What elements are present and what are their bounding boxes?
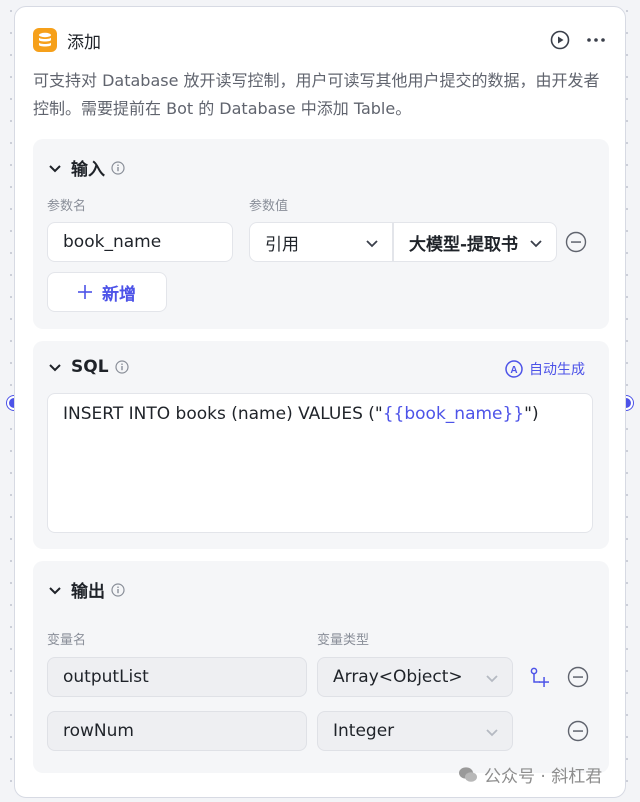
watermark: 公众号 · 斜杠君: [458, 762, 602, 787]
database-icon: [33, 28, 57, 52]
more-icon: [587, 38, 605, 42]
input-section-toggle[interactable]: 输入: [47, 155, 125, 180]
remove-output-icon[interactable]: [567, 720, 589, 742]
info-icon[interactable]: [114, 360, 129, 374]
chevron-down-icon: [49, 586, 61, 594]
output-var-type-value: Array<Object>: [333, 667, 463, 687]
wechat-icon: [459, 766, 477, 782]
play-icon: [550, 30, 570, 50]
add-param-label: 新增: [102, 284, 136, 305]
plus-icon: [78, 285, 92, 299]
remove-param-icon[interactable]: [565, 231, 587, 253]
chevron-down-icon: [530, 240, 542, 248]
input-section-title: 输入: [71, 160, 105, 180]
output-var-type-value: Integer: [333, 721, 395, 741]
sql-section-title: SQL: [71, 357, 109, 377]
ref-type-select[interactable]: 引用: [249, 222, 393, 262]
sql-prefix: INSERT INTO books (name) VALUES (": [63, 404, 383, 424]
output-var-name-field: rowNum: [47, 711, 307, 751]
add-child-field-icon[interactable]: [529, 667, 549, 687]
input-section: 输入 参数名 参数值 book_name 引用 大模型-提取书 新增: [33, 139, 609, 329]
chevron-down-icon: [49, 364, 61, 372]
output-section-title: 输出: [71, 582, 105, 602]
output-var-type-select: Array<Object>: [317, 657, 513, 697]
run-node-button[interactable]: [549, 29, 571, 51]
output-var-name-field: outputList: [47, 657, 307, 697]
param-name-label: 参数名: [47, 199, 87, 214]
auto-generate-label: 自动生成: [529, 362, 585, 378]
sql-variable: {{book_name}}: [382, 404, 525, 424]
param-name-input[interactable]: book_name: [47, 222, 233, 262]
ai-generate-icon: A: [505, 360, 523, 378]
chevron-down-icon: [486, 675, 498, 683]
chevron-down-icon: [49, 164, 61, 172]
more-options-button[interactable]: [585, 29, 607, 51]
param-value-label: 参数值: [249, 199, 289, 214]
info-icon[interactable]: [111, 160, 125, 175]
node-header: 添加: [33, 27, 607, 53]
ref-source-value: 大模型-提取书: [409, 234, 519, 255]
auto-generate-button[interactable]: A 自动生成: [505, 359, 585, 379]
info-icon[interactable]: [111, 582, 125, 597]
sql-section-toggle[interactable]: SQL: [47, 357, 129, 377]
output-section-toggle[interactable]: 输出: [47, 577, 125, 602]
node-title: 添加: [67, 32, 101, 53]
var-type-label: 变量类型: [317, 633, 370, 648]
svg-text:A: A: [510, 365, 517, 376]
add-param-button[interactable]: 新增: [47, 272, 167, 312]
output-var-type-select: Integer: [317, 711, 513, 751]
chevron-down-icon: [366, 240, 378, 248]
var-name-label: 变量名: [47, 633, 87, 648]
sql-suffix: "): [524, 404, 539, 424]
node-description: 可支持对 Database 放开读写控制，用户可读写其他用户提交的数据，由开发者…: [33, 71, 600, 118]
sql-section: SQL A 自动生成 INSERT INTO books (name) VALU…: [33, 341, 609, 549]
ref-source-select[interactable]: 大模型-提取书: [393, 222, 557, 262]
output-section: 输出 变量名 变量类型 outputList Array<Object> row…: [33, 561, 609, 773]
sql-editor[interactable]: INSERT INTO books (name) VALUES ("{{book…: [47, 393, 593, 533]
watermark-text: 公众号 · 斜杠君: [484, 767, 603, 787]
ref-type-value: 引用: [265, 234, 299, 255]
chevron-down-icon: [486, 729, 498, 737]
remove-output-icon[interactable]: [567, 666, 589, 688]
database-add-node: 添加 可支持对 Database 放开读写控制，用户可读写其他用户提交的数据，由…: [14, 6, 626, 798]
